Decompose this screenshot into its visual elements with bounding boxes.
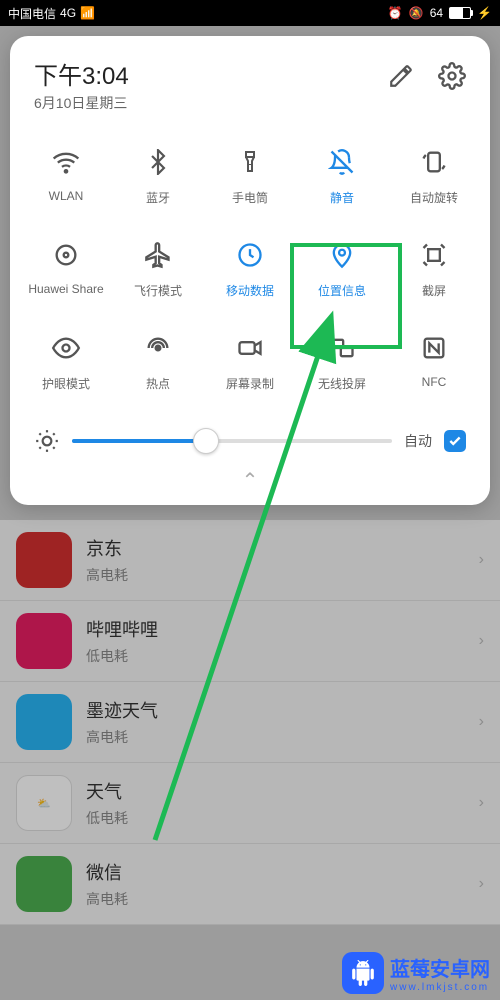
tile-label: 热点	[146, 375, 170, 392]
edit-icon[interactable]	[388, 63, 414, 89]
auto-brightness-checkbox[interactable]	[444, 430, 466, 452]
tile-label: WLAN	[49, 189, 84, 203]
mute-icon	[328, 145, 356, 179]
airplane-icon	[144, 238, 172, 272]
battery-label: 64	[430, 6, 443, 20]
flashlight-icon	[238, 145, 262, 179]
signal-icon: 📶	[80, 6, 95, 20]
tile-label: 护眼模式	[42, 375, 90, 392]
brightness-row: 自动	[20, 410, 480, 460]
tile-wifi[interactable]: WLAN	[20, 131, 112, 224]
tile-share[interactable]: Huawei Share	[20, 224, 112, 317]
tile-data[interactable]: 移动数据	[204, 224, 296, 317]
tile-label: 无线投屏	[318, 375, 366, 392]
tile-label: 飞行模式	[134, 282, 182, 299]
data-icon	[236, 238, 264, 272]
tile-label: 静音	[330, 189, 354, 206]
tile-cast[interactable]: 无线投屏	[296, 317, 388, 410]
watermark-brand: 蓝莓安卓网	[390, 953, 490, 982]
panel-date: 6月10日星期三	[34, 93, 388, 113]
carrier-label: 中国电信	[8, 5, 56, 22]
brightness-icon	[34, 428, 60, 454]
tile-label: 自动旋转	[410, 189, 458, 206]
wifi-icon	[52, 145, 80, 179]
rotate-icon	[420, 145, 448, 179]
tile-nfc[interactable]: NFC	[388, 317, 480, 410]
drag-handle-icon[interactable]: ⌃	[20, 460, 480, 495]
tile-label: 蓝牙	[146, 189, 170, 206]
watermark-url: www.lmkjst.com	[390, 982, 490, 993]
tile-label: 移动数据	[226, 282, 274, 299]
tile-bluetooth[interactable]: 蓝牙	[112, 131, 204, 224]
status-bar: 中国电信 4G 📶 ⏰ 🔕 64 ⚡	[0, 0, 500, 26]
watermark: 蓝莓安卓网 www.lmkjst.com	[342, 952, 490, 994]
hotspot-icon	[144, 331, 172, 365]
network-label: 4G	[60, 6, 76, 20]
location-icon	[328, 238, 356, 272]
tile-label: NFC	[422, 375, 447, 389]
watermark-logo-icon	[342, 952, 384, 994]
tile-location[interactable]: 位置信息	[296, 224, 388, 317]
quick-settings-panel: 下午3:04 6月10日星期三 WLAN 蓝牙 手电筒 静音 自动旋转 Huawei Sh…	[10, 36, 490, 505]
tile-label: 截屏	[422, 282, 446, 299]
tile-record[interactable]: 屏幕录制	[204, 317, 296, 410]
screenshot-icon	[420, 238, 448, 272]
brightness-slider[interactable]	[72, 439, 392, 443]
record-icon	[235, 331, 265, 365]
auto-brightness-label: 自动	[404, 431, 432, 451]
tile-screenshot[interactable]: 截屏	[388, 224, 480, 317]
eye-icon	[51, 331, 81, 365]
panel-time: 下午3:04	[34, 56, 388, 91]
settings-icon[interactable]	[438, 62, 466, 90]
silent-icon: 🔕	[409, 6, 424, 20]
tile-label: 手电筒	[232, 189, 268, 206]
tile-mute[interactable]: 静音	[296, 131, 388, 224]
share-icon	[52, 238, 80, 272]
cast-icon	[327, 331, 357, 365]
tile-label: 位置信息	[318, 282, 366, 299]
tile-label: Huawei Share	[28, 282, 103, 296]
charging-icon: ⚡	[477, 6, 492, 20]
alarm-icon: ⏰	[388, 6, 403, 20]
tile-flashlight[interactable]: 手电筒	[204, 131, 296, 224]
tile-label: 屏幕录制	[226, 375, 274, 392]
bluetooth-icon	[145, 145, 171, 179]
tile-hotspot[interactable]: 热点	[112, 317, 204, 410]
tile-airplane[interactable]: 飞行模式	[112, 224, 204, 317]
nfc-icon	[420, 331, 448, 365]
tile-eye[interactable]: 护眼模式	[20, 317, 112, 410]
tile-rotate[interactable]: 自动旋转	[388, 131, 480, 224]
battery-icon	[449, 7, 471, 19]
